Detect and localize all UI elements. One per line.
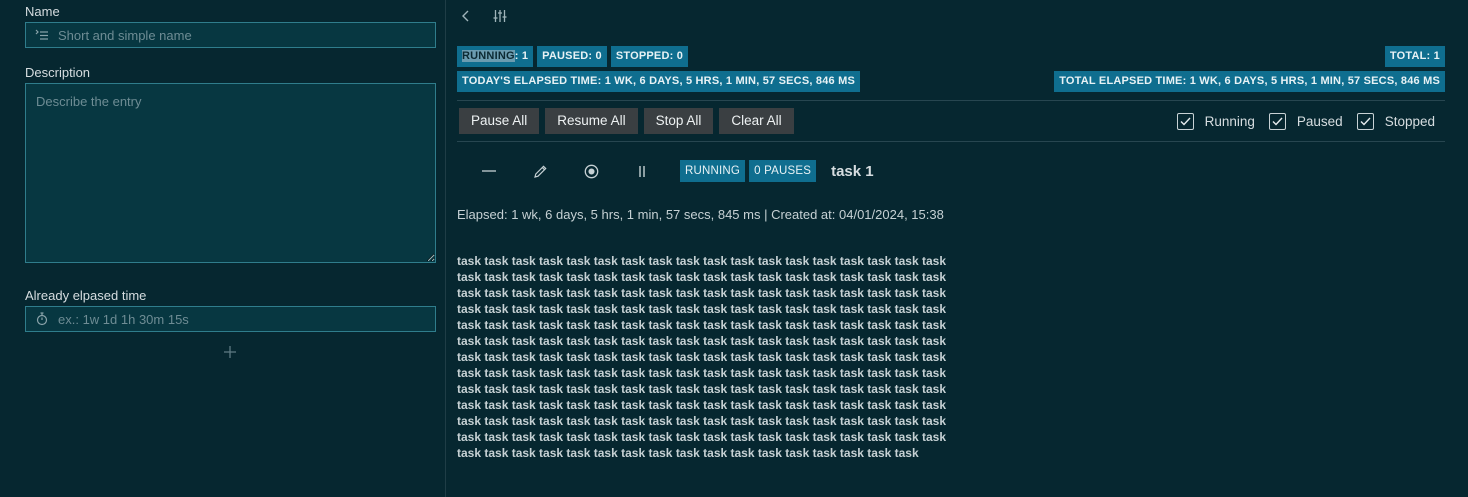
entry-form: Name Description Already elpased time: [0, 0, 446, 497]
stopped-count-badge: STOPPED: 0: [610, 46, 689, 67]
minus-icon[interactable]: [476, 158, 502, 184]
name-input[interactable]: [58, 27, 435, 43]
status-filters: Running Paused Stopped: [1176, 112, 1445, 130]
entry-header: RUNNING 0 PAUSES task 1: [476, 158, 874, 184]
chevron-left-icon[interactable]: [461, 10, 471, 22]
entries-panel: RUNNING: 1 PAUSED: 0 STOPPED: 0 TOTAL: 1…: [446, 0, 1468, 497]
pencil-icon[interactable]: [527, 158, 553, 184]
top-toolbar: [457, 0, 1445, 32]
filter-stopped[interactable]: Stopped: [1356, 112, 1435, 130]
paused-count-badge: PAUSED: 0: [537, 46, 607, 67]
entry-pauses-badge: 0 PAUSES: [749, 160, 817, 182]
filter-stopped-label: Stopped: [1384, 113, 1435, 129]
add-entry-button[interactable]: [218, 340, 242, 364]
check-icon: [1180, 117, 1191, 126]
check-icon: [1272, 117, 1283, 126]
entry-meta: Elapsed: 1 wk, 6 days, 5 hrs, 1 min, 57 …: [457, 207, 944, 222]
list-icon: [34, 27, 50, 43]
running-count-badge: RUNNING: 1: [457, 46, 534, 67]
elapsed-summary: TODAY'S ELAPSED TIME: 1 WK, 6 DAYS, 5 HR…: [457, 71, 1445, 92]
running-checkbox[interactable]: [1176, 112, 1194, 130]
name-label: Name: [25, 4, 60, 19]
entry-title: task 1: [831, 162, 874, 180]
status-counters: RUNNING: 1 PAUSED: 0 STOPPED: 0 TOTAL: 1: [457, 46, 1445, 67]
running-word: RUNNING: [462, 50, 515, 62]
running-value: : 1: [514, 50, 529, 62]
pause-icon[interactable]: [629, 158, 655, 184]
paused-checkbox[interactable]: [1268, 112, 1286, 130]
filter-running[interactable]: Running: [1176, 112, 1255, 130]
filter-running-label: Running: [1204, 113, 1255, 129]
stopped-checkbox[interactable]: [1356, 112, 1374, 130]
entry-status-badge: RUNNING: [680, 160, 746, 182]
total-elapsed-badge: TOTAL ELAPSED TIME: 1 WK, 6 DAYS, 5 HRS,…: [1054, 71, 1445, 92]
check-icon: [1360, 117, 1371, 126]
filter-paused[interactable]: Paused: [1268, 112, 1343, 130]
elapsed-input[interactable]: [58, 311, 435, 327]
total-count-badge: TOTAL: 1: [1384, 46, 1445, 67]
sliders-icon[interactable]: [493, 9, 507, 23]
stop-circle-icon[interactable]: [578, 158, 604, 184]
filter-paused-label: Paused: [1296, 113, 1343, 129]
description-label: Description: [25, 65, 91, 80]
plus-icon: [224, 346, 236, 358]
divider: [457, 141, 1445, 142]
clear-all-button[interactable]: Clear All: [719, 108, 794, 134]
resume-all-button[interactable]: Resume All: [545, 108, 638, 134]
name-field[interactable]: [25, 22, 436, 48]
stop-all-button[interactable]: Stop All: [643, 108, 714, 134]
stopwatch-icon: [34, 311, 50, 327]
divider: [457, 100, 1445, 101]
elapsed-label: Already elpased time: [25, 288, 147, 303]
entry-description: task task task task task task task task …: [457, 254, 946, 460]
today-elapsed-badge: TODAY'S ELAPSED TIME: 1 WK, 6 DAYS, 5 HR…: [457, 71, 860, 92]
description-textarea[interactable]: [25, 83, 436, 263]
elapsed-field[interactable]: [25, 306, 436, 332]
bulk-controls: Pause All Resume All Stop All Clear All …: [459, 108, 1445, 134]
pause-all-button[interactable]: Pause All: [459, 108, 540, 134]
